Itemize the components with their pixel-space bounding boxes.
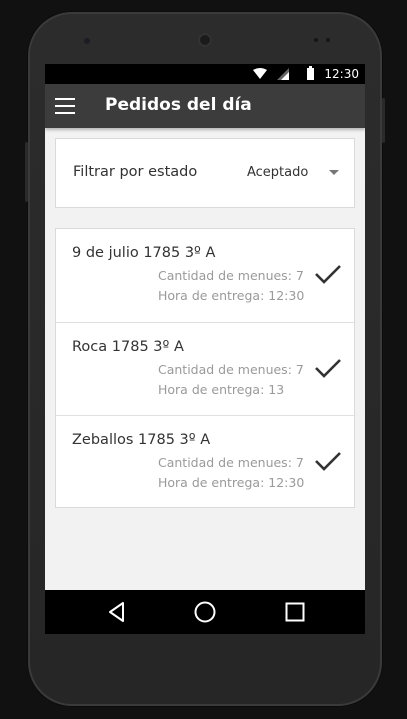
order-delivery-time: Hora de entrega: 12:30 bbox=[158, 288, 305, 303]
hamburger-menu-icon[interactable] bbox=[55, 98, 75, 114]
page-title: Pedidos del día bbox=[105, 95, 252, 115]
checkmark-icon bbox=[315, 359, 341, 378]
wifi-icon bbox=[253, 68, 267, 79]
order-item[interactable]: Roca 1785 3º A Cantidad de menues: 7 Hor… bbox=[56, 322, 354, 416]
filter-selected-value: Aceptado bbox=[247, 165, 309, 180]
order-address: Zeballos 1785 3º A bbox=[72, 432, 211, 448]
app-screen: 12:30 Pedidos del día Filtrar por estado… bbox=[45, 64, 365, 634]
order-delivery-time: Hora de entrega: 13 bbox=[158, 382, 285, 397]
orders-list: 9 de julio 1785 3º A Cantidad de menues:… bbox=[55, 228, 355, 508]
home-icon[interactable] bbox=[193, 600, 217, 624]
order-quantity: Cantidad de menues: 7 bbox=[158, 455, 304, 470]
filter-label: Filtrar por estado bbox=[73, 164, 198, 180]
battery-icon bbox=[307, 66, 314, 80]
status-time: 12:30 bbox=[324, 67, 359, 81]
filter-card: Filtrar por estado Aceptado bbox=[55, 138, 355, 208]
order-item[interactable]: Zeballos 1785 3º A Cantidad de menues: 7… bbox=[56, 415, 354, 509]
order-address: 9 de julio 1785 3º A bbox=[72, 245, 216, 261]
signal-icon bbox=[277, 68, 289, 80]
order-delivery-time: Hora de entrega: 12:30 bbox=[158, 475, 305, 490]
front-camera-icon bbox=[84, 38, 90, 44]
status-filter-select[interactable]: Aceptado bbox=[241, 161, 351, 185]
system-navigation-bar bbox=[45, 590, 365, 634]
order-address: Roca 1785 3º A bbox=[72, 339, 184, 355]
checkmark-icon bbox=[315, 265, 341, 284]
order-quantity: Cantidad de menues: 7 bbox=[158, 268, 304, 283]
recents-icon[interactable] bbox=[283, 600, 307, 624]
checkmark-icon bbox=[315, 452, 341, 471]
status-bar: 12:30 bbox=[45, 64, 365, 84]
volume-button bbox=[25, 142, 28, 202]
dropdown-arrow-icon bbox=[329, 170, 339, 175]
order-quantity: Cantidad de menues: 7 bbox=[158, 362, 304, 377]
back-icon[interactable] bbox=[105, 600, 129, 624]
app-toolbar: Pedidos del día bbox=[45, 84, 365, 128]
earpiece-speaker bbox=[198, 33, 212, 47]
power-button bbox=[382, 98, 385, 143]
order-item[interactable]: 9 de julio 1785 3º A Cantidad de menues:… bbox=[56, 229, 354, 322]
sensor-icon bbox=[326, 38, 330, 42]
sensor-icon bbox=[314, 38, 318, 42]
